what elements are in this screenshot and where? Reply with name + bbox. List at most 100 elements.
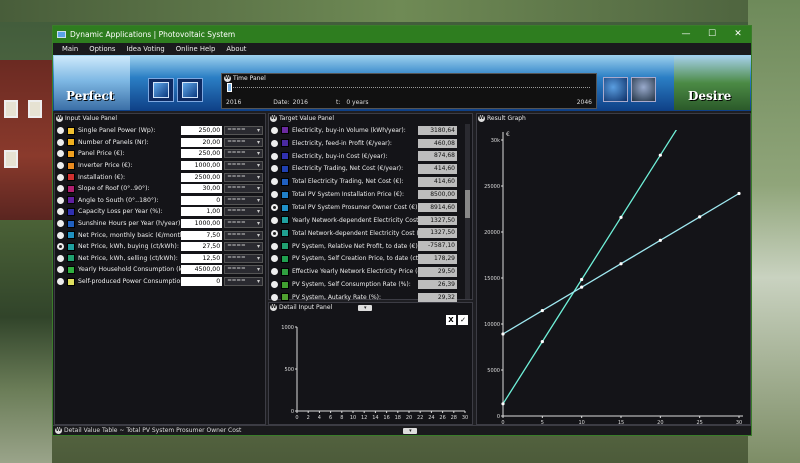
globe-icon[interactable]	[603, 77, 628, 102]
input-radio[interactable]	[57, 196, 64, 204]
target-radio[interactable]	[271, 152, 278, 160]
input-value-field[interactable]: 1000,00	[180, 161, 223, 171]
target-color-swatch[interactable]	[281, 203, 289, 212]
target-color-swatch[interactable]	[281, 242, 289, 251]
time-slider-thumb[interactable]	[227, 83, 232, 92]
menu-idea-voting[interactable]: Idea Voting	[126, 45, 164, 53]
input-color-swatch[interactable]	[67, 207, 75, 216]
input-radio[interactable]	[57, 231, 64, 239]
target-color-swatch[interactable]	[281, 126, 289, 135]
target-color-swatch[interactable]	[281, 190, 289, 199]
input-unit-dropdown[interactable]: ====	[224, 219, 263, 229]
input-color-swatch[interactable]	[67, 138, 75, 147]
target-scrollbar[interactable]	[465, 124, 470, 299]
input-unit-dropdown[interactable]: ====	[224, 277, 263, 287]
input-value-field[interactable]: 1,00	[180, 207, 223, 217]
input-unit-dropdown[interactable]: ====	[224, 230, 263, 240]
footer-expand-button[interactable]: ▾	[403, 427, 418, 434]
input-radio[interactable]	[57, 208, 64, 216]
maximize-button[interactable]: ☐	[699, 26, 725, 43]
target-radio[interactable]	[271, 191, 278, 199]
input-unit-dropdown[interactable]: ====	[224, 207, 263, 217]
target-scrollbar-thumb[interactable]	[465, 190, 470, 218]
input-unit-dropdown[interactable]: ====	[224, 265, 263, 275]
input-radio[interactable]	[57, 266, 64, 274]
target-color-swatch[interactable]	[281, 293, 289, 302]
input-value-field[interactable]: 12,50	[180, 253, 223, 263]
target-radio[interactable]	[271, 242, 278, 250]
target-color-swatch[interactable]	[281, 177, 289, 186]
title-bar[interactable]: Dynamic Applications | Photovoltaic Syst…	[53, 26, 751, 43]
door-icon-button[interactable]	[177, 78, 203, 102]
input-radio[interactable]	[57, 254, 64, 262]
target-color-swatch[interactable]	[281, 254, 289, 263]
close-button[interactable]: ✕	[725, 26, 751, 43]
menu-online-help[interactable]: Online Help	[176, 45, 216, 53]
input-color-swatch[interactable]	[67, 242, 75, 251]
target-radio[interactable]	[271, 165, 278, 173]
input-color-swatch[interactable]	[67, 161, 75, 170]
minimize-button[interactable]: —	[673, 26, 699, 43]
input-value-field[interactable]: 30,00	[180, 184, 223, 194]
input-value-field[interactable]: 20,00	[180, 137, 223, 147]
input-color-swatch[interactable]	[67, 254, 75, 263]
target-color-swatch[interactable]	[281, 164, 289, 173]
menu-about[interactable]: About	[226, 45, 246, 53]
input-color-swatch[interactable]	[67, 149, 75, 158]
input-value-field[interactable]: 2500,00	[180, 172, 223, 182]
input-radio[interactable]	[57, 185, 64, 193]
input-unit-dropdown[interactable]: ====	[224, 242, 263, 252]
input-radio[interactable]	[57, 150, 64, 158]
input-value-field[interactable]: 250,00	[180, 149, 223, 159]
input-value-field[interactable]: 250,00	[180, 126, 223, 136]
target-radio[interactable]	[271, 178, 278, 186]
target-radio[interactable]	[271, 229, 278, 237]
input-radio[interactable]	[57, 127, 64, 135]
detail-input-chart[interactable]: 100050000 2 4 6 8 10 12 14 16 18 20 22 24 26 28 30	[269, 313, 474, 423]
input-unit-dropdown[interactable]: ====	[224, 195, 263, 205]
input-value-field[interactable]: 0	[180, 195, 223, 205]
target-radio[interactable]	[271, 293, 278, 301]
input-radio[interactable]	[57, 220, 64, 228]
input-value-field[interactable]: 7,50	[180, 230, 223, 240]
input-radio[interactable]	[57, 138, 64, 146]
target-radio[interactable]	[271, 268, 278, 276]
input-unit-dropdown[interactable]: ====	[224, 253, 263, 263]
target-radio[interactable]	[271, 281, 278, 289]
input-value-field[interactable]: 0	[180, 277, 223, 287]
target-color-swatch[interactable]	[281, 152, 289, 161]
input-color-swatch[interactable]	[67, 196, 75, 205]
input-color-swatch[interactable]	[67, 277, 75, 286]
target-color-swatch[interactable]	[281, 229, 289, 238]
target-radio[interactable]	[271, 255, 278, 263]
input-radio[interactable]	[57, 162, 64, 170]
time-slider-track[interactable]	[228, 87, 590, 90]
target-radio[interactable]	[271, 216, 278, 224]
input-value-field[interactable]: 1000,00	[180, 219, 223, 229]
target-color-swatch[interactable]	[281, 280, 289, 289]
menu-options[interactable]: Options	[89, 45, 115, 53]
input-value-field[interactable]: 4500,00	[180, 265, 223, 275]
input-color-swatch[interactable]	[67, 173, 75, 182]
detail-collapse-button[interactable]: ▾	[358, 304, 373, 311]
input-unit-dropdown[interactable]: ====	[224, 126, 263, 136]
photo-icon[interactable]	[631, 77, 656, 102]
target-color-swatch[interactable]	[281, 216, 289, 225]
menu-main[interactable]: Main	[62, 45, 78, 53]
input-value-field[interactable]: 27,50	[180, 242, 223, 252]
input-unit-dropdown[interactable]: ====	[224, 172, 263, 182]
input-unit-dropdown[interactable]: ====	[224, 184, 263, 194]
input-radio[interactable]	[57, 173, 64, 181]
target-radio[interactable]	[271, 139, 278, 147]
input-color-swatch[interactable]	[67, 231, 75, 240]
input-radio[interactable]	[57, 278, 64, 286]
input-color-swatch[interactable]	[67, 219, 75, 228]
input-color-swatch[interactable]	[67, 126, 75, 135]
target-color-swatch[interactable]	[281, 139, 289, 148]
target-radio[interactable]	[271, 204, 278, 212]
input-radio[interactable]	[57, 243, 64, 251]
target-radio[interactable]	[271, 126, 278, 134]
input-unit-dropdown[interactable]: ====	[224, 137, 263, 147]
window-icon-button[interactable]	[148, 78, 174, 102]
target-color-swatch[interactable]	[281, 267, 289, 276]
